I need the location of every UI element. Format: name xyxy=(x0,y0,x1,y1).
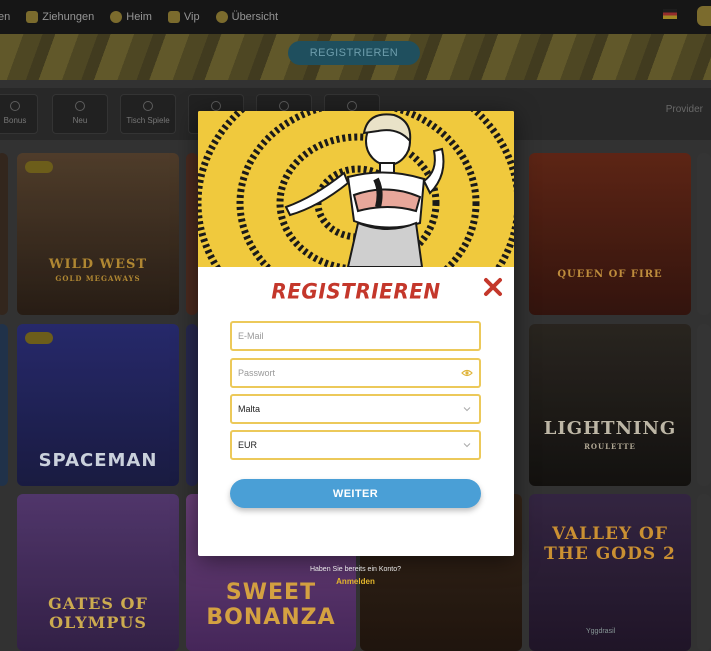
close-button[interactable] xyxy=(482,276,504,298)
email-input[interactable] xyxy=(232,323,479,349)
password-input[interactable] xyxy=(232,360,479,386)
modal-illustration xyxy=(198,111,514,267)
password-field[interactable] xyxy=(230,358,481,388)
eye-icon[interactable] xyxy=(461,369,473,377)
currency-select[interactable]: EUR xyxy=(230,430,481,460)
country-select[interactable]: Malta xyxy=(230,394,481,424)
chevron-down-icon xyxy=(463,443,471,448)
continue-button[interactable]: WEITER xyxy=(230,479,481,508)
chevron-down-icon xyxy=(463,407,471,412)
modal-title: REGISTRIEREN xyxy=(271,278,441,304)
login-prompt: Haben Sie bereits ein Konto? xyxy=(309,566,402,573)
close-icon xyxy=(484,278,502,296)
email-field[interactable] xyxy=(230,321,481,351)
comic-woman-illustration xyxy=(198,111,514,267)
country-value: Malta xyxy=(238,404,261,414)
registration-modal: REGISTRIEREN Malta EUR WEITER xyxy=(198,111,514,556)
currency-value: EUR xyxy=(238,440,258,450)
login-link[interactable]: Anmelden xyxy=(0,577,711,586)
